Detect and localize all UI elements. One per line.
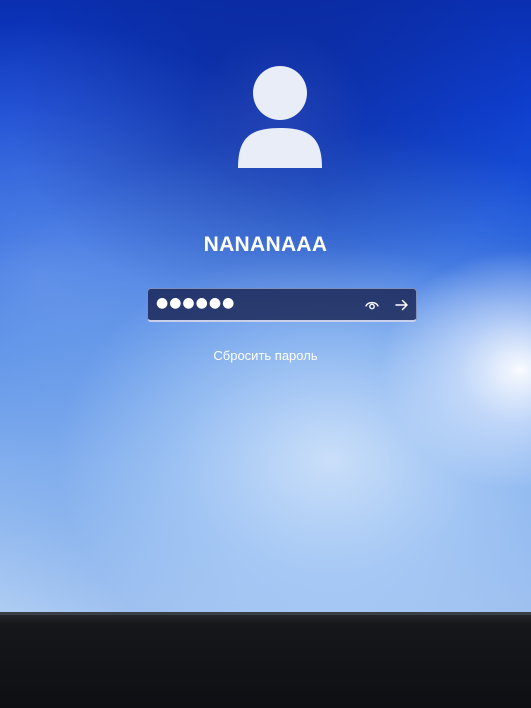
lock-screen: NANANAAA ●●●●●● Сбросить пароль [0, 0, 531, 620]
arrow-right-icon[interactable] [393, 296, 411, 314]
password-input[interactable]: ●●●●●● [147, 288, 417, 322]
bezel-edge [0, 612, 531, 615]
reset-password-link[interactable]: Сбросить пароль [0, 348, 531, 363]
user-name: NANANAAA [203, 233, 328, 256]
monitor-bezel [0, 612, 531, 708]
eye-icon[interactable] [364, 297, 380, 313]
user-avatar-icon [238, 66, 322, 168]
password-value: ●●●●●● [156, 295, 236, 311]
